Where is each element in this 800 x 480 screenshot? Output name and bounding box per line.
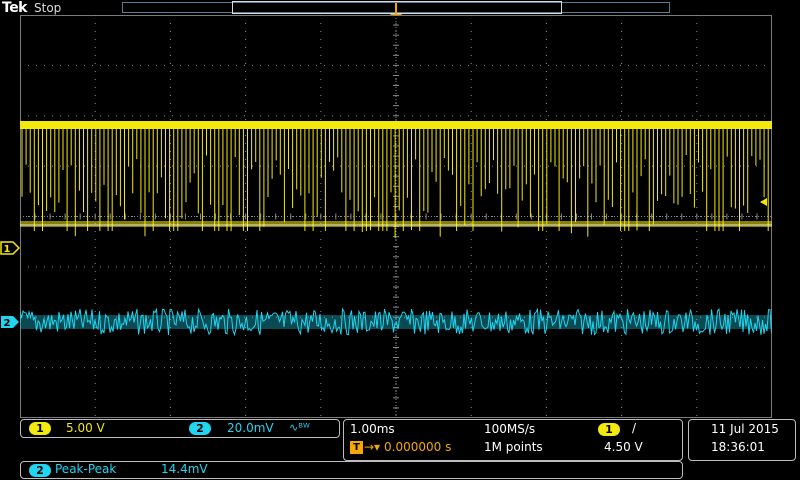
acquisition-state: Stop	[34, 1, 62, 15]
record-length: 1M points	[484, 440, 543, 454]
date-time-readout: 11 Jul 2015 18:36:01	[688, 419, 796, 461]
trigger-level-icon	[760, 198, 767, 206]
measurement-value: 14.4mV	[161, 462, 208, 476]
svg-text:1: 1	[4, 244, 11, 255]
measurement-type: Peak-Peak	[55, 462, 117, 476]
svg-text:2: 2	[4, 318, 11, 329]
measurement-readout: 2 Peak-Peak 14.4mV	[20, 461, 683, 479]
bandwidth-limit-icon: ∿ᴮᵂ	[289, 421, 310, 434]
trigger-source-badge[interactable]: 1	[598, 423, 620, 436]
date-label: 11 Jul 2015	[711, 422, 779, 436]
timebase-trigger-readout: 1.00ms 100MS/s T →▾ 0.000000 s 1M points…	[343, 419, 683, 461]
trigger-level: 4.50 V	[604, 440, 643, 454]
time-label: 18:36:01	[711, 440, 765, 454]
channel-1-scale: 5.00 V	[66, 421, 105, 435]
channel-2-scale: 20.0mV	[227, 421, 274, 435]
rising-edge-icon: /	[632, 421, 637, 435]
channel-1-ground-marker[interactable]: 1	[0, 241, 20, 255]
delay-arrow-icon: →▾	[364, 440, 381, 454]
brand-logo: Tek	[2, 0, 28, 16]
sample-rate: 100MS/s	[484, 422, 536, 436]
trigger-delay: 0.000000 s	[384, 440, 452, 454]
channel-1-badge[interactable]: 1	[29, 422, 51, 435]
channel-2-ground-marker[interactable]: 2	[0, 315, 20, 329]
trigger-delay-icon: T	[350, 441, 363, 454]
time-per-division: 1.00ms	[350, 422, 395, 436]
waveform-graticule	[20, 15, 772, 418]
channel-scale-readouts: 1 5.00 V 2 20.0mV ∿ᴮᵂ	[20, 419, 340, 438]
measurement-source-badge[interactable]: 2	[29, 464, 51, 477]
channel-2-badge[interactable]: 2	[189, 422, 211, 435]
